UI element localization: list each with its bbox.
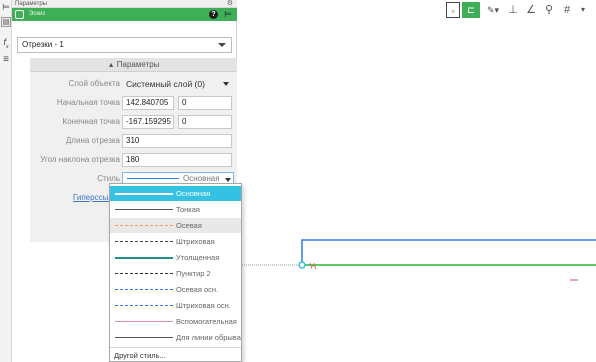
- tree-icon[interactable]: ⊨: [1, 2, 11, 12]
- style-option-label: Тонкая: [176, 205, 200, 214]
- style-option-line: [115, 225, 173, 226]
- other-style-option[interactable]: Другой стиль...: [110, 347, 241, 362]
- help-icon[interactable]: ?: [209, 10, 218, 19]
- style-option-label: Основная: [176, 189, 211, 198]
- sketch-icon: [15, 10, 24, 19]
- style-option[interactable]: Основная: [110, 186, 241, 201]
- layer-select[interactable]: Системный слой (0): [122, 77, 232, 91]
- other-style-label: Другой стиль...: [114, 351, 166, 360]
- start-point-row: Начальная точка 142.840705 0: [30, 93, 237, 112]
- object-header: Эскиз ? ⊨: [12, 8, 237, 21]
- style-line-preview: [127, 178, 179, 179]
- chevron-up-icon: ▲: [107, 62, 115, 69]
- style-option-line: [115, 273, 173, 274]
- layer-row: Слой объекта Системный слой (0): [30, 74, 237, 93]
- parameters-title: ▲ Параметры: [107, 60, 160, 69]
- parameters-icon[interactable]: ▤: [1, 17, 11, 27]
- style-option-label: Штриховая осн.: [176, 301, 231, 310]
- style-option[interactable]: Осевая: [110, 218, 241, 233]
- length-label: Длина отрезка: [65, 136, 120, 145]
- style-option-line: [115, 257, 173, 259]
- chevron-down-icon: [218, 43, 226, 47]
- style-option[interactable]: Осевая осн.: [110, 282, 241, 297]
- object-selector-value: Отрезки - 1: [22, 40, 64, 49]
- left-vertical-toolbar: ⊨ ▤ fx ≡: [0, 0, 12, 362]
- sketch-geometry: [240, 239, 596, 281]
- chevron-down-icon: [223, 82, 229, 86]
- length-row: Длина отрезка 310: [30, 131, 237, 150]
- parameters-section-header[interactable]: ▲ Параметры: [30, 58, 237, 72]
- style-option-line: [115, 289, 173, 290]
- constraint-marker: [309, 262, 317, 270]
- style-option[interactable]: Штриховая осн.: [110, 298, 241, 313]
- end-point-label: Конечная точка: [62, 117, 120, 126]
- style-dropdown: Основная Тонкая Осевая Штриховая Утолщенная П…: [109, 183, 242, 362]
- style-option[interactable]: Вспомогательная: [110, 314, 241, 329]
- style-option-line: [115, 321, 173, 322]
- object-name: Эскиз: [29, 11, 46, 17]
- menu-icon[interactable]: ≡: [1, 55, 11, 65]
- start-y-input[interactable]: 0: [178, 96, 232, 110]
- end-point-row: Конечная точка -167.159295 0: [30, 112, 237, 131]
- style-option[interactable]: Утолщенная: [110, 250, 241, 265]
- panel-header: Параметры ⚙: [12, 0, 237, 8]
- style-option-line: [115, 305, 173, 306]
- style-option-label: Вспомогательная: [176, 317, 237, 326]
- style-option-label: Осевая осн.: [176, 285, 219, 294]
- style-option-label: Пунктир 2: [176, 269, 211, 278]
- style-option-line: [115, 209, 173, 210]
- chevron-down-icon: [225, 178, 231, 182]
- panel-title: Параметры: [15, 1, 47, 7]
- length-input[interactable]: 310: [122, 134, 232, 148]
- style-option-label: Утолщенная: [176, 253, 220, 262]
- angle-label: Угол наклона отрезка: [40, 155, 120, 164]
- style-option[interactable]: Для линии обрыва: [110, 330, 241, 345]
- segment-endpoint[interactable]: [298, 261, 306, 269]
- style-option-label: Осевая: [176, 221, 202, 230]
- layer-label: Слой объекта: [68, 79, 120, 88]
- style-option-label: Штриховая: [176, 237, 215, 246]
- start-point-label: Начальная точка: [56, 98, 120, 107]
- start-x-input[interactable]: 142.840705: [122, 96, 174, 110]
- gear-icon[interactable]: ⚙: [227, 0, 233, 8]
- drawing-canvas[interactable]: ▫ ⊏ ✎▾ ⊥ ∠ ⚲ # ▾: [238, 0, 596, 362]
- sketch-outline: [301, 239, 596, 264]
- angle-input[interactable]: 180: [122, 153, 232, 167]
- end-y-input[interactable]: 0: [178, 115, 232, 129]
- tree-toggle-icon[interactable]: ⊨: [224, 9, 232, 20]
- style-option[interactable]: Тонкая: [110, 202, 241, 217]
- style-option-label: Для линии обрыва: [176, 333, 241, 342]
- fx-icon[interactable]: fx: [1, 37, 11, 50]
- style-option[interactable]: Штриховая: [110, 234, 241, 249]
- angle-row: Угол наклона отрезка 180: [30, 150, 237, 169]
- style-option-line: [115, 241, 173, 242]
- style-option-line: [115, 337, 173, 338]
- object-selector[interactable]: Отрезки - 1: [17, 37, 232, 53]
- style-option[interactable]: Пунктир 2: [110, 266, 241, 281]
- end-x-input[interactable]: -167.159295: [122, 115, 174, 129]
- style-option-line: [115, 193, 173, 195]
